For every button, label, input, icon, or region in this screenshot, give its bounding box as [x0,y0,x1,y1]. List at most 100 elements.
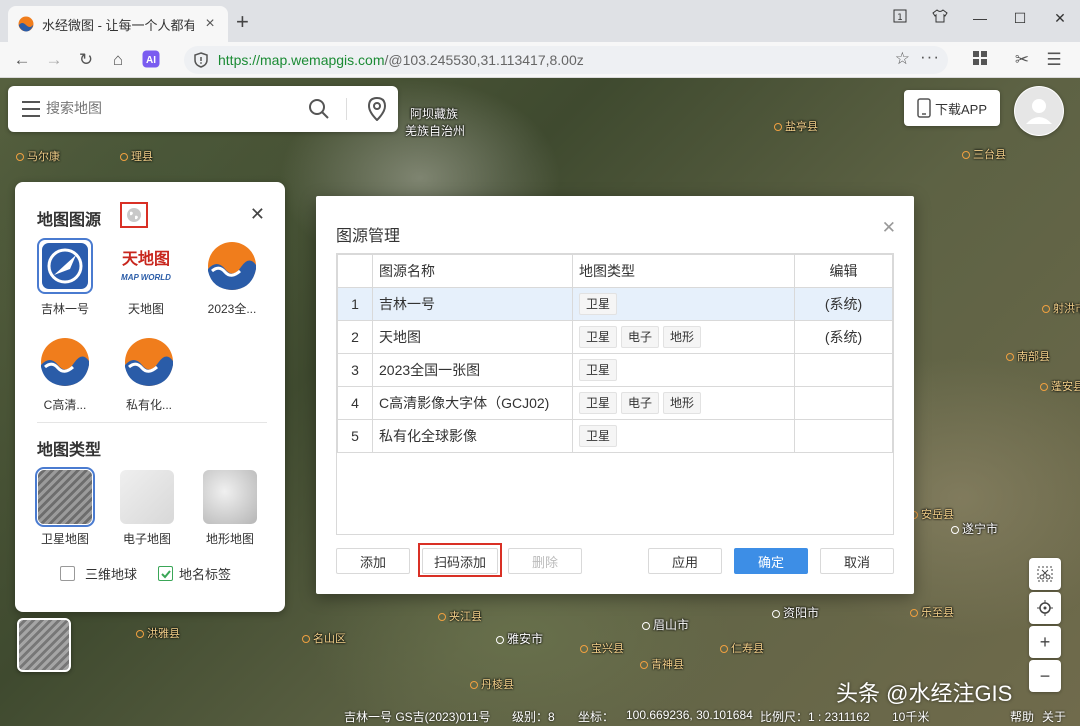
browser-toolbar: ← → ↻ ⌂ AI https://map.wemapgis.com/@103… [0,42,1080,78]
row-edit [794,419,893,453]
type-tag: 地形 [663,326,702,348]
site-favicon-icon [18,16,34,32]
table-row[interactable]: 1 吉林一号 卫星 (系统) [337,287,893,321]
user-avatar[interactable] [1014,86,1064,136]
map-label-town: 三台县 [962,146,1006,162]
help-link[interactable]: 帮助 [1010,708,1034,725]
home-icon[interactable]: ⌂ [108,50,128,70]
type-label: 电子地图 [122,532,171,546]
type-terrain[interactable]: 地形地图 [195,470,265,547]
apply-button[interactable]: 应用 [648,548,722,574]
tianditu-logo-icon: 天地图 MAP WORLD [118,238,174,294]
hamburger-menu-icon[interactable] [22,101,40,117]
location-pin-icon[interactable] [366,97,388,121]
tab-close-icon[interactable]: × [202,15,218,33]
minimize-icon[interactable]: — [960,6,1000,30]
type-electronic[interactable]: 电子地图 [112,470,182,547]
source-item-c-hd[interactable]: C高清... [26,334,104,413]
type-satellite[interactable]: 卫星地图 [30,467,100,547]
skin-icon[interactable] [920,6,960,30]
tab-count-icon[interactable]: 1 [880,6,920,30]
maximize-icon[interactable]: ☐ [1000,6,1040,30]
table-row[interactable]: 2 天地图 卫星 电子 地形 (系统) [337,320,893,354]
search-divider [346,98,347,120]
jilin1-logo-icon [37,238,93,294]
window-close-icon[interactable]: ✕ [1040,6,1080,30]
reload-icon[interactable]: ↻ [76,50,96,70]
map-search-input[interactable] [46,100,286,116]
source-item-tianditu[interactable]: 天地图 MAP WORLD 天地图 [107,238,185,317]
type-tag: 电子 [621,392,660,414]
tab-title: 水经微图 - 让每一个人都有自 [42,17,194,33]
column-header: 地图类型 [572,254,795,288]
row-number: 3 [337,353,373,387]
row-number: 2 [337,320,373,354]
bookmark-star-icon[interactable]: ☆ [895,49,910,69]
column-header: 编辑 [794,254,893,288]
table-row[interactable]: 4 C高清影像大字体（GCJ02) 卫星 电子 地形 [337,386,893,420]
row-name: 吉林一号 [372,287,573,321]
about-link[interactable]: 关于 [1042,708,1066,725]
basemap-switch-thumb[interactable] [17,618,71,672]
phone-icon [917,98,931,118]
svg-text:MAP WORLD: MAP WORLD [121,273,171,282]
map-label-town: 宝兴县 [580,640,624,656]
download-app-button[interactable]: 下载APP [904,90,1000,126]
new-tab-button[interactable]: + [236,11,249,33]
row-name: 天地图 [372,320,573,354]
status-coord-value: 100.669236, 30.101684 [626,708,753,722]
dialog-close-icon[interactable]: ✕ [882,218,896,238]
browser-tab[interactable]: 水经微图 - 让每一个人都有自 × [8,6,228,42]
panel-close-icon[interactable]: ✕ [250,204,265,225]
checkbox-place-labels[interactable]: 地名标签 [158,564,231,583]
delete-button[interactable]: 删除 [508,548,582,574]
forward-icon[interactable]: → [44,50,64,70]
source-label: 吉林一号 [40,302,89,316]
svg-text:1: 1 [897,13,903,23]
ai-assistant-icon[interactable]: AI [141,50,161,70]
checkbox-checked-icon[interactable] [158,566,173,581]
url-path: /@103.245530,31.113417,8.00z [384,52,584,68]
electronic-thumb-icon [120,470,174,524]
source-item-jilin1[interactable]: 吉林一号 [26,238,104,317]
status-scale: 比例尺：1 : 2311162 [760,710,870,724]
checkbox-label: 地名标签 [179,567,232,582]
row-edit: (系统) [794,287,893,321]
status-coord-label: 坐标： [578,710,615,724]
column-header [337,254,373,288]
source-item-2023[interactable]: 2023全... [193,238,271,317]
source-section-title: 地图图源 [37,212,102,229]
svg-text:AI: AI [146,55,156,66]
add-button[interactable]: 添加 [336,548,410,574]
crop-tool-button[interactable] [1029,558,1061,590]
row-name: 私有化全球影像 [372,419,573,453]
security-shield-icon[interactable] [194,52,208,68]
checkbox-unchecked-icon[interactable] [60,566,75,581]
search-icon[interactable] [308,98,330,120]
zoom-in-button[interactable]: + [1029,626,1061,658]
zoom-out-button[interactable]: − [1029,660,1061,692]
map-label-aba-1: 阿坝藏族 [410,107,459,121]
status-distance: 10千米 [892,710,930,724]
back-icon[interactable]: ← [12,50,32,70]
locate-button[interactable] [1029,592,1061,624]
ok-button[interactable]: 确定 [734,548,808,574]
scissors-icon[interactable]: ✂ [1012,50,1032,70]
source-item-private[interactable]: 私有化... [110,334,188,413]
table-row[interactable]: 5 私有化全球影像 卫星 [337,419,893,453]
cancel-button[interactable]: 取消 [820,548,894,574]
source-label: 天地图 [127,302,164,316]
table-row[interactable]: 3 2023全国一张图 卫星 [337,353,893,387]
browser-menu-icon[interactable]: ☰ [1044,50,1064,70]
row-types: 卫星 电子 地形 [572,386,795,420]
map-label-ya-an: 雅安市 [496,630,543,647]
apps-grid-icon[interactable] [970,50,990,70]
row-number: 4 [337,386,373,420]
map-label-town: 乐至县 [910,604,954,620]
map-label-town: 马尔康 [16,148,60,164]
type-tag: 卫星 [579,425,618,447]
address-bar[interactable]: https://map.wemapgis.com/@103.245530,31.… [184,46,948,74]
checkbox-3d-globe[interactable]: 三维地球 [60,564,137,583]
more-dots-icon[interactable]: ··· [920,47,940,67]
source-manage-button[interactable] [120,202,148,228]
